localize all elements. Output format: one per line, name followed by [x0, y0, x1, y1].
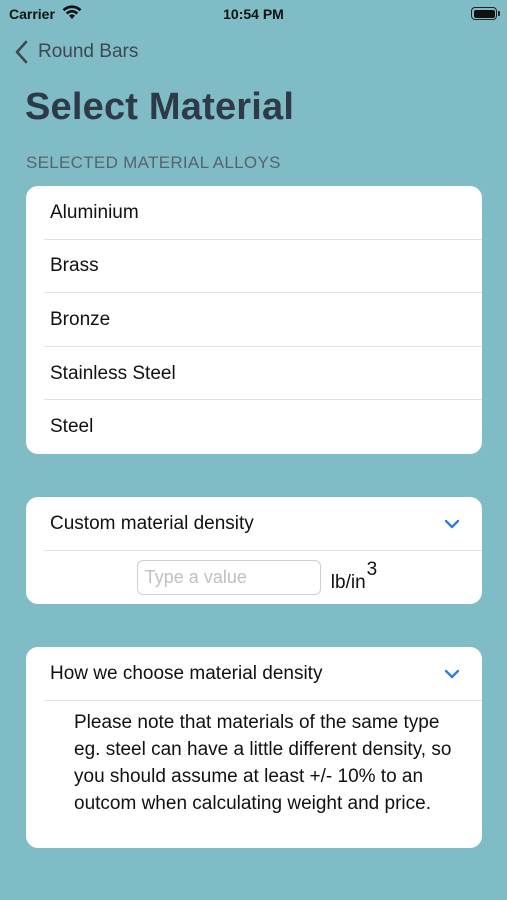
density-info-card: How we choose material density Please no… [26, 647, 482, 848]
materials-list: Aluminium Brass Bronze Stainless Steel S… [26, 186, 482, 454]
chevron-down-icon [444, 519, 460, 529]
back-button[interactable]: Round Bars [14, 38, 138, 66]
material-item-bronze[interactable]: Bronze [26, 293, 482, 347]
density-unit-base: lb/in [330, 571, 366, 593]
custom-density-label: Custom material density [50, 513, 254, 534]
back-button-label: Round Bars [38, 41, 139, 62]
material-item-steel[interactable]: Steel [26, 400, 482, 454]
section-header: SELECTED MATERIAL ALLOYS [26, 153, 281, 172]
clock: 10:54 PM [223, 6, 284, 22]
density-input-row: lb/in3 [26, 551, 482, 604]
density-unit-exponent: 3 [366, 558, 378, 580]
material-item-aluminium[interactable]: Aluminium [26, 186, 482, 240]
density-info-text: Please note that materials of the same t… [74, 712, 452, 814]
chevron-left-icon [15, 40, 28, 64]
custom-density-toggle[interactable]: Custom material density [26, 497, 482, 551]
page-title: Select Material [25, 86, 295, 128]
status-bar: Carrier 10:54 PM [0, 0, 507, 30]
density-input[interactable] [136, 560, 321, 595]
density-info-label: How we choose material density [50, 663, 323, 684]
chevron-down-icon [444, 669, 460, 679]
battery-level [473, 9, 495, 18]
density-unit: lb/in3 [330, 559, 377, 594]
custom-density-card: Custom material density lb/in3 [26, 497, 482, 604]
battery-icon [471, 7, 500, 20]
density-info-toggle[interactable]: How we choose material density [26, 647, 482, 701]
material-item-stainless-steel[interactable]: Stainless Steel [26, 347, 482, 401]
material-item-brass[interactable]: Brass [26, 240, 482, 294]
